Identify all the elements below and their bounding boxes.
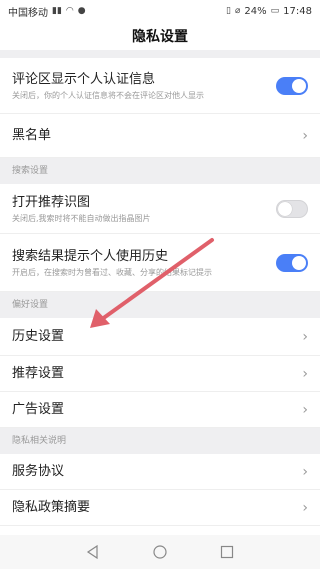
system-nav-bar — [0, 535, 320, 569]
chevron-right-icon: › — [302, 127, 308, 144]
search-history-toggle[interactable] — [276, 253, 308, 272]
status-bar: 中国移动 ▮▮ ◠ ● ▯ ⌀ 24% ▭ 17:48 — [0, 0, 320, 22]
auth-info-toggle[interactable] — [276, 76, 308, 95]
setting-row-recommend[interactable]: 推荐设置 › — [0, 356, 320, 392]
setting-title: 打开推荐识图 — [12, 194, 91, 210]
chat-icon: ● — [77, 6, 86, 16]
setting-row-history[interactable]: 历史设置 › — [0, 318, 320, 356]
setting-title: 推荐设置 — [12, 366, 65, 381]
page-title-bar: 隐私设置 — [0, 22, 320, 50]
carrier-label: 中国移动 — [8, 7, 48, 19]
setting-title: 隐私政策摘要 — [12, 500, 91, 515]
section-search: 打开推荐识图 关闭后,我索时将不能自动做出指晶图片 搜索结果提示个人使用历史 开… — [0, 184, 320, 292]
group-header-privacy: 隐私相关说明 — [0, 428, 320, 454]
setting-desc: 开启后，在搜索时为曾看过、收藏、分享的结果标记提示 — [12, 267, 212, 277]
vibrate-icon: ▯ — [226, 6, 231, 16]
wifi-icon: ◠ — [65, 6, 74, 16]
setting-row-image-recognition: 打开推荐识图 关闭后,我索时将不能自动做出指晶图片 — [0, 184, 320, 234]
setting-title: 广告设置 — [12, 402, 65, 417]
chevron-right-icon: › — [302, 401, 308, 418]
setting-title: 评论区显示个人认证信息 — [12, 71, 156, 87]
nav-recents-icon[interactable] — [219, 544, 235, 560]
nav-home-icon[interactable] — [152, 544, 168, 560]
battery-icon: ▭ — [270, 6, 280, 16]
chevron-right-icon: › — [302, 365, 308, 382]
setting-title: 黑名单 — [12, 128, 52, 143]
setting-row-search-history: 搜索结果提示个人使用历史 开启后，在搜索时为曾看过、收藏、分享的结果标记提示 — [0, 234, 320, 292]
nav-back-icon[interactable] — [85, 544, 101, 560]
group-header-preference: 偏好设置 — [0, 292, 320, 318]
section-privacy: 服务协议 › 隐私政策摘要 › — [0, 454, 320, 526]
setting-title: 服务协议 — [12, 464, 65, 479]
setting-desc: 关闭后，你的个人认证信息将不会在评论区对他人显示 — [12, 90, 204, 100]
battery-percent: 24% — [244, 5, 267, 17]
section-preference: 历史设置 › 推荐设置 › 广告设置 › — [0, 318, 320, 428]
clock: 17:48 — [283, 5, 312, 17]
alarm-off-icon: ⌀ — [235, 6, 241, 16]
setting-title: 历史设置 — [12, 329, 65, 344]
chevron-right-icon: › — [302, 463, 308, 480]
setting-row-auth-info: 评论区显示个人认证信息 关闭后，你的个人认证信息将不会在评论区对他人显示 — [0, 58, 320, 114]
page-title: 隐私设置 — [132, 29, 188, 45]
setting-desc: 关闭后,我索时将不能自动做出指晶图片 — [12, 213, 151, 223]
group-header-search: 搜索设置 — [0, 158, 320, 184]
setting-row-service-agreement[interactable]: 服务协议 › — [0, 454, 320, 490]
chevron-right-icon: › — [302, 499, 308, 516]
signal-icon: ▮▮ — [52, 6, 62, 16]
setting-row-blacklist[interactable]: 黑名单 › — [0, 114, 320, 158]
section-account: 评论区显示个人认证信息 关闭后，你的个人认证信息将不会在评论区对他人显示 黑名单… — [0, 58, 320, 158]
setting-row-ads[interactable]: 广告设置 › — [0, 392, 320, 428]
setting-title: 搜索结果提示个人使用历史 — [12, 248, 169, 264]
chevron-right-icon: › — [302, 328, 308, 345]
image-recognition-toggle[interactable] — [276, 199, 308, 218]
setting-row-privacy-policy[interactable]: 隐私政策摘要 › — [0, 490, 320, 526]
